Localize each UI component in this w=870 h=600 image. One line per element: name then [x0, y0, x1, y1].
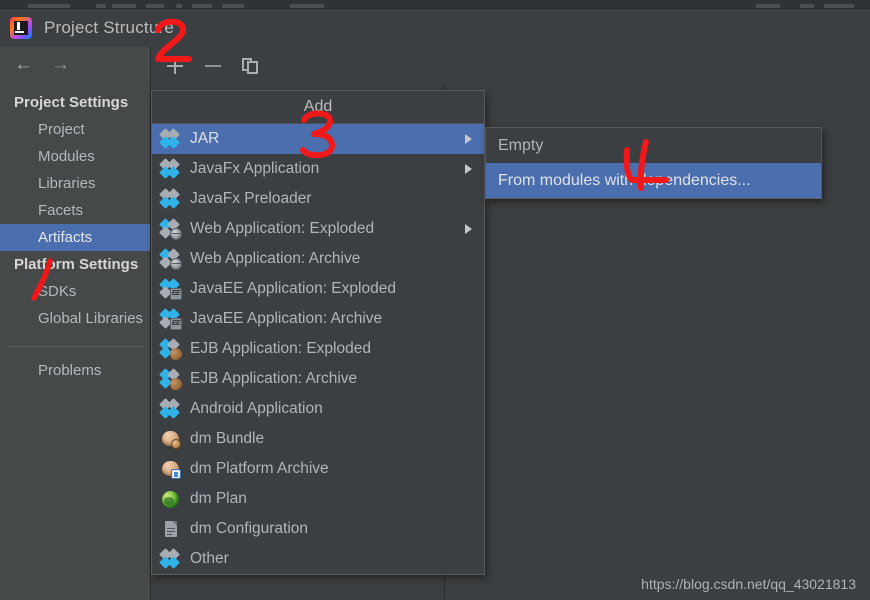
- menu-item-label: JAR: [190, 130, 220, 147]
- ejb-diamond-icon: [159, 368, 184, 392]
- artifacts-toolbar: [151, 47, 870, 85]
- javaee-diamond-icon: EE: [159, 308, 182, 330]
- chevron-right-icon: [465, 164, 472, 174]
- menu-item-label: JavaFx Application: [190, 160, 320, 177]
- menu-item-label: EJB Application: Archive: [190, 370, 358, 387]
- menu-item-dm-bundle[interactable]: dm Bundle: [152, 424, 484, 454]
- menu-item-javafx-preloader[interactable]: JavaFx Preloader: [152, 184, 484, 214]
- web-diamond-icon: [159, 248, 182, 270]
- menu-item-label: dm Bundle: [190, 430, 265, 447]
- diamond-icon: [159, 548, 181, 569]
- menu-item-label: Other: [190, 550, 229, 567]
- watermark-text: https://blog.csdn.net/qq_43021813: [641, 576, 856, 592]
- ejb-diamond-icon: [159, 338, 184, 362]
- menu-item-label: JavaEE Application: Archive: [190, 310, 383, 327]
- add-plus-icon[interactable]: [165, 56, 185, 76]
- sidebar-item-project[interactable]: Project: [0, 116, 150, 143]
- sidebar-group-project-settings: Project Settings: [14, 94, 129, 111]
- project-structure-dialog-screenshot: Project Structure ← → Project Settings P…: [0, 0, 870, 600]
- menu-item-label: dm Configuration: [190, 520, 309, 537]
- back-arrow-icon[interactable]: ←: [14, 55, 33, 74]
- menu-item-android-application[interactable]: Android Application: [152, 394, 484, 424]
- menu-item-label: JavaEE Application: Exploded: [190, 280, 396, 297]
- menu-item-label: JavaFx Preloader: [190, 190, 312, 207]
- chevron-right-icon: [465, 224, 472, 234]
- menu-item-other[interactable]: Other: [152, 544, 484, 574]
- menu-item-label: EJB Application: Exploded: [190, 340, 371, 357]
- submenu-item-from-modules-with-dependencies[interactable]: From modules with dependencies...: [486, 163, 821, 198]
- dm-bundle-icon: [161, 429, 181, 449]
- sidebar-item-problems[interactable]: Problems: [0, 357, 150, 384]
- add-menu-header: Add: [152, 91, 484, 124]
- sidebar-item-facets[interactable]: Facets: [0, 197, 150, 224]
- menu-item-dm-configuration[interactable]: dm Configuration: [152, 514, 484, 544]
- submenu-item-empty[interactable]: Empty: [486, 128, 821, 163]
- menu-item-javafx-application[interactable]: JavaFx Application: [152, 154, 484, 184]
- intellij-idea-icon: [10, 17, 32, 39]
- web-diamond-icon: [159, 218, 182, 240]
- menu-item-javaee-application-exploded[interactable]: EE JavaEE Application: Exploded: [152, 274, 484, 304]
- menu-item-label: Web Application: Archive: [190, 250, 361, 267]
- diamond-icon: [159, 128, 181, 149]
- menu-item-javaee-application-archive[interactable]: EE JavaEE Application: Archive: [152, 304, 484, 334]
- dialog-window: Project Structure ← → Project Settings P…: [0, 8, 870, 600]
- sidebar: ← → Project Settings Project Modules Lib…: [0, 47, 151, 600]
- sidebar-list: Project Settings Project Modules Librari…: [0, 81, 150, 384]
- menu-item-web-application-archive[interactable]: Web Application: Archive: [152, 244, 484, 274]
- menu-item-label: dm Plan: [190, 490, 247, 507]
- menu-item-label: Android Application: [190, 400, 323, 417]
- dm-platform-icon: [161, 459, 181, 479]
- menu-item-web-application-exploded[interactable]: Web Application: Exploded: [152, 214, 484, 244]
- menu-item-ejb-application-exploded[interactable]: EJB Application: Exploded: [152, 334, 484, 364]
- sidebar-item-libraries[interactable]: Libraries: [0, 170, 150, 197]
- menu-item-label: dm Platform Archive: [190, 460, 329, 477]
- submenu-item-label: Empty: [498, 136, 544, 154]
- document-icon: [161, 519, 181, 539]
- forward-arrow-icon[interactable]: →: [51, 55, 70, 74]
- menu-item-dm-plan[interactable]: dm Plan: [152, 484, 484, 514]
- menu-item-jar[interactable]: JAR: [152, 124, 484, 154]
- dm-plan-globe-icon: [161, 489, 181, 509]
- sidebar-item-artifacts[interactable]: Artifacts: [0, 224, 150, 251]
- submenu-item-label: From modules with dependencies...: [498, 171, 751, 189]
- dialog-title-bar: Project Structure: [0, 9, 870, 47]
- menu-item-label: Web Application: Exploded: [190, 220, 375, 237]
- remove-minus-icon[interactable]: [203, 56, 223, 76]
- sidebar-divider: [6, 346, 144, 347]
- sidebar-item-modules[interactable]: Modules: [0, 143, 150, 170]
- diamond-icon: [159, 398, 181, 419]
- chevron-right-icon: [465, 134, 472, 144]
- sidebar-item-sdks[interactable]: SDKs: [0, 278, 150, 305]
- diamond-icon: [159, 188, 181, 209]
- add-popup-menu: Add JAR JavaFx Application JavaFx Preloa…: [151, 90, 485, 575]
- javaee-diamond-icon: EE: [159, 278, 182, 300]
- sidebar-nav-toolbar: ← →: [0, 47, 150, 81]
- menu-item-dm-platform-archive[interactable]: dm Platform Archive: [152, 454, 484, 484]
- diamond-icon: [159, 158, 181, 179]
- copy-icon[interactable]: [241, 56, 261, 76]
- sidebar-item-global-libraries[interactable]: Global Libraries: [0, 305, 150, 332]
- jar-submenu: Empty From modules with dependencies...: [485, 127, 822, 199]
- menu-item-ejb-application-archive[interactable]: EJB Application: Archive: [152, 364, 484, 394]
- page-title: Project Structure: [44, 18, 175, 37]
- sidebar-group-platform-settings: Platform Settings: [14, 256, 139, 273]
